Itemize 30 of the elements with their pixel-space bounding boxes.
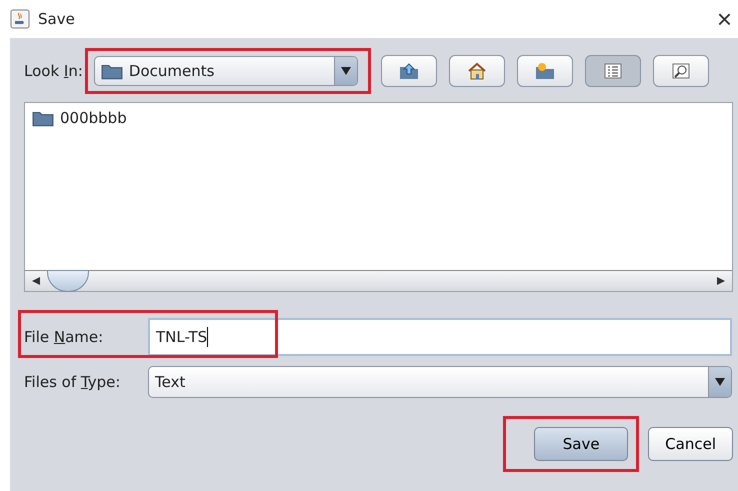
file-type-label: Files of Type:: [24, 373, 122, 391]
scroll-thumb[interactable]: [47, 270, 89, 292]
dropdown-value: Documents: [128, 62, 216, 80]
details-view-icon: [672, 63, 690, 79]
dialog-button[interactable]: Save: [534, 427, 628, 461]
look-in-dropdown[interactable]: Documents: [94, 56, 358, 86]
home-button[interactable]: [448, 55, 505, 87]
window-title: Save: [38, 10, 75, 28]
folder-icon: [32, 109, 54, 127]
scroll-left-icon[interactable]: [32, 277, 40, 285]
folder-icon: [100, 62, 123, 80]
dialog-button[interactable]: Cancel: [648, 427, 733, 461]
file-name-field[interactable]: TNL-TS: [148, 318, 732, 356]
list-view-icon: [604, 63, 622, 79]
folder-item[interactable]: 000bbbb: [32, 109, 127, 127]
java-cup-icon: [10, 9, 30, 29]
up-button[interactable]: [380, 55, 437, 87]
close-button[interactable]: ×: [710, 6, 738, 32]
up-folder-icon: [398, 62, 419, 80]
file-type-dropdown[interactable]: Text: [148, 366, 732, 398]
new-folder-icon: [534, 62, 555, 80]
home-icon: [466, 62, 487, 80]
new-folder-button[interactable]: [516, 55, 573, 87]
horizontal-scrollbar[interactable]: [25, 270, 732, 291]
folder-name: 000bbbb: [60, 109, 127, 127]
look-in-label: Look In:: [24, 62, 83, 80]
scroll-right-icon[interactable]: [717, 277, 725, 285]
list-button[interactable]: [584, 55, 641, 87]
file-name-label: File Name:: [24, 328, 104, 346]
details-button[interactable]: [652, 55, 709, 87]
